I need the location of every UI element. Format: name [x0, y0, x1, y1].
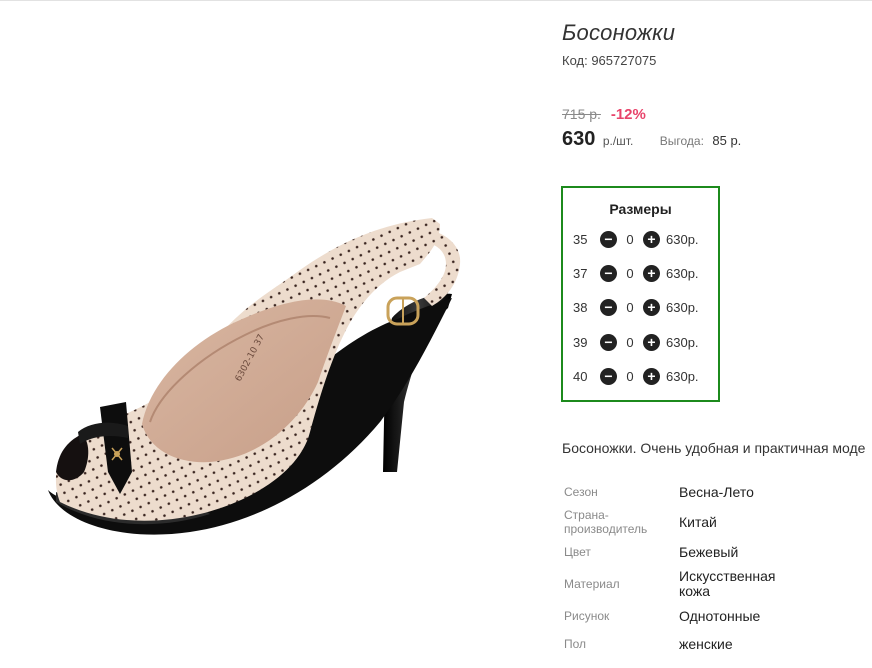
attr-value-material: Искусственная кожа: [679, 568, 776, 599]
size-price: 630р.: [666, 265, 699, 281]
saving-value: 85 р.: [712, 133, 742, 148]
minus-icon[interactable]: −: [600, 298, 617, 316]
price-unit: р./шт.: [602, 134, 634, 148]
plus-icon[interactable]: +: [643, 367, 660, 385]
size-row-40: 40 − 0 + 630р.: [573, 366, 699, 386]
size-price: 630р.: [666, 368, 699, 384]
plus-icon[interactable]: +: [643, 230, 660, 248]
size-row-35: 35 − 0 + 630р.: [573, 229, 699, 249]
size-label: 38: [573, 299, 588, 315]
size-price: 630р.: [666, 231, 699, 247]
attr-value-season: Весна-Лето: [679, 484, 754, 500]
size-row-38: 38 − 0 + 630р.: [573, 297, 699, 317]
saving-label: Выгода:: [659, 134, 704, 148]
sizes-panel: Размеры 35 − 0 + 630р. 37 − 0 + 630р. 38…: [561, 186, 720, 402]
product-title: Босоножки: [562, 20, 676, 45]
product-code: Код: 965727075: [562, 53, 657, 68]
attr-label-pattern: Рисунок: [564, 609, 610, 623]
attr-value-country: Китай: [679, 514, 717, 530]
product-description: Босоножки. Очень удобная и практичная мо…: [562, 440, 866, 456]
size-label: 40: [573, 368, 588, 384]
attr-label-season: Сезон: [564, 485, 598, 499]
size-label: 37: [573, 265, 588, 281]
quantity-value[interactable]: 0: [617, 266, 643, 281]
current-price: 630: [562, 128, 596, 150]
minus-icon[interactable]: −: [600, 333, 617, 351]
minus-icon[interactable]: −: [600, 367, 617, 385]
quantity-value[interactable]: 0: [617, 369, 643, 384]
sizes-title: Размеры: [609, 201, 672, 217]
sandal-image-icon: 6302-10 37: [48, 218, 461, 535]
attr-value-color: Бежевый: [679, 544, 739, 560]
attr-value-pattern: Однотонные: [679, 608, 761, 624]
size-label: 39: [573, 334, 588, 350]
size-row-37: 37 − 0 + 630р.: [573, 263, 699, 283]
size-row-39: 39 − 0 + 630р.: [573, 332, 699, 352]
product-image[interactable]: 6302-10 37: [0, 2, 545, 668]
old-price-row: 715 р. -12%: [562, 106, 646, 123]
attr-value-gender: женские: [679, 636, 733, 652]
quantity-value[interactable]: 0: [617, 335, 643, 350]
top-divider: [0, 0, 872, 1]
attr-label-country: Страна- производитель: [564, 508, 648, 536]
minus-icon[interactable]: −: [600, 230, 617, 248]
attr-label-color: Цвет: [564, 545, 591, 559]
size-price: 630р.: [666, 299, 699, 315]
attr-label-material: Материал: [564, 577, 620, 591]
plus-icon[interactable]: +: [643, 264, 660, 282]
attr-label-gender: Пол: [564, 637, 587, 651]
size-price: 630р.: [666, 334, 699, 350]
quantity-value[interactable]: 0: [617, 232, 643, 247]
plus-icon[interactable]: +: [643, 333, 660, 351]
quantity-value[interactable]: 0: [617, 300, 643, 315]
size-label: 35: [573, 231, 588, 247]
discount-badge: -12%: [610, 106, 646, 123]
old-price: 715 р.: [562, 106, 601, 122]
price-row: 630 р./шт. Выгода: 85 р.: [562, 128, 741, 151]
minus-icon[interactable]: −: [600, 264, 617, 282]
plus-icon[interactable]: +: [643, 298, 660, 316]
